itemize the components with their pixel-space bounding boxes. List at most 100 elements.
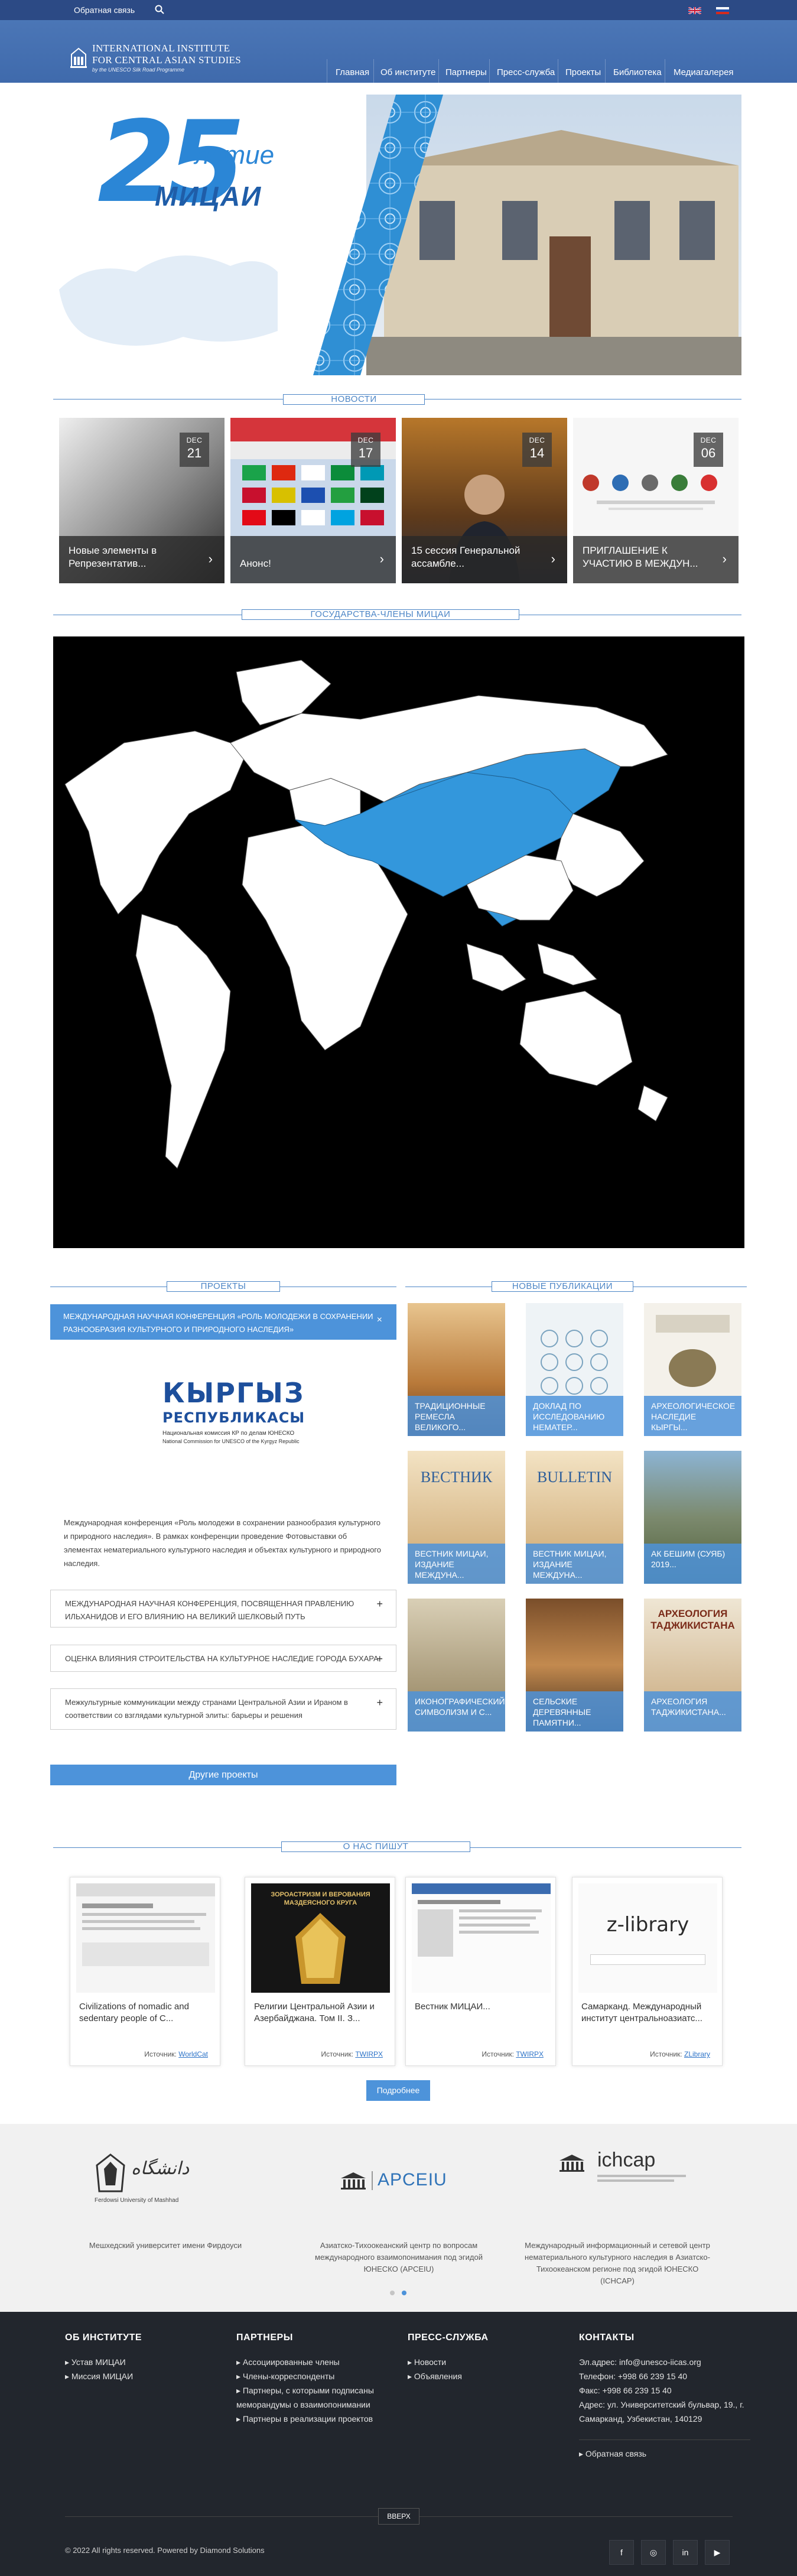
plus-icon[interactable]: + <box>376 1652 383 1665</box>
project-accordion-item[interactable]: Межкультурные коммуникации между странам… <box>50 1688 396 1730</box>
plus-icon[interactable]: + <box>376 1597 383 1610</box>
nav-media[interactable]: Медиагалерея <box>674 67 734 77</box>
nav-separator <box>605 59 606 83</box>
logo-line-3: by the UNESCO Silk Road Programme <box>92 67 185 73</box>
kyrgyz-commission-logo: КЫРГЫЗ РЕСПУБЛИКАСЫ Национальная комисси… <box>157 1377 304 1460</box>
project-description: Международная конференция «Роль молодежи… <box>64 1518 381 1568</box>
project-accordion-item[interactable]: МЕЖДУНАРОДНАЯ НАУЧНАЯ КОНФЕРЕНЦИЯ, ПОСВЯ… <box>50 1590 396 1628</box>
publication-card[interactable]: ВЕСТНИК ВЕСТНИК МИЦАИ, ИЗДАНИЕ МЕЖДУНА..… <box>408 1451 505 1584</box>
footer-link[interactable]: ▸ Члены-корреспонденты <box>236 2369 396 2383</box>
about-card[interactable]: Вестник МИЦАИ... Источник: TWIRPX <box>405 1877 556 2066</box>
footer-link[interactable]: ▸ Новости <box>408 2355 538 2369</box>
nav-library[interactable]: Библиотека <box>613 67 662 77</box>
linkedin-icon[interactable]: in <box>673 2540 698 2565</box>
partner-name: Азиатско-Тихоокеанский центр по вопросам… <box>315 2241 483 2273</box>
about-card[interactable]: ЗОРОАСТРИЗМ И ВЕРОВАНИЯ МАЗДЕЯСНОГО КРУГ… <box>245 1877 395 2066</box>
world-map <box>64 660 668 1169</box>
publication-card[interactable]: СЕЛЬСКИЕ ДЕРЕВЯННЫЕ ПАМЯТНИ... <box>526 1599 623 1732</box>
artifact-icon <box>295 1913 346 1984</box>
publication-title: АРХЕОЛОГИЧЕСКОЕ НАСЛЕДИЕ КЫРГЫ... <box>644 1396 741 1436</box>
hero-banner[interactable]: 25 -летие МИЦАИ <box>53 95 741 375</box>
source-link[interactable]: WorldCat <box>178 2050 208 2058</box>
feedback-link[interactable]: Обратная связь <box>74 0 135 20</box>
nav-press[interactable]: Пресс-служба <box>497 67 555 77</box>
contact-phone: Телефон: +998 66 239 15 40 <box>579 2372 688 2381</box>
project-title: Межкультурные коммуникации между странам… <box>65 1698 348 1720</box>
contact-email[interactable]: Эл.адрес: info@unesco-iicas.org <box>579 2355 756 2369</box>
publication-card[interactable]: ИКОНОГРАФИЧЕСКИЙ СИМВОЛИЗМ И С... <box>408 1599 505 1732</box>
more-button[interactable]: Подробнее <box>366 2080 430 2101</box>
footer-divider <box>579 2439 750 2440</box>
site-logo[interactable]: INTERNATIONAL INSTITUTE FOR CENTRAL ASIA… <box>70 40 247 76</box>
partner-logo-ichcap[interactable]: ichcap <box>558 2149 694 2190</box>
partner-logo-ferdowsi[interactable]: دانشگاه Ferdowsi University of Mashhad <box>95 2153 225 2204</box>
hero-suffix: -летие <box>186 141 275 170</box>
news-title: 15 сессия Генеральной ассамбле... <box>411 545 521 569</box>
news-card[interactable]: DEC 14 15 сессия Генеральной ассамбле... … <box>402 418 567 583</box>
publication-title: СЕЛЬСКИЕ ДЕРЕВЯННЫЕ ПАМЯТНИ... <box>526 1691 623 1732</box>
section-title-projects: ПРОЕКТЫ <box>167 1281 280 1292</box>
unesco-temple-icon <box>341 2172 366 2190</box>
news-date: DEC 21 <box>180 433 209 467</box>
flag-uk-icon[interactable] <box>688 7 701 14</box>
footer-link[interactable]: ▸ Ассоциированные члены <box>236 2355 396 2369</box>
chevron-right-icon: › <box>551 551 555 566</box>
publication-card[interactable]: ТРАДИЦИОННЫЕ РЕМЕСЛА ВЕЛИКОГО... <box>408 1303 505 1436</box>
back-to-top-button[interactable]: ВВЕРХ <box>378 2508 419 2525</box>
about-card[interactable]: z-library Самарканд. Международный инсти… <box>572 1877 723 2066</box>
publication-card[interactable]: АК БЕШИМ (СУЯБ) 2019... <box>644 1451 741 1584</box>
flag-ru-icon[interactable] <box>716 7 729 14</box>
publication-card[interactable]: BULLETIN ВЕСТНИК МИЦАИ, ИЗДАНИЕ МЕЖДУНА.… <box>526 1451 623 1584</box>
footer-link[interactable]: ▸ Партнеры, с которыми подписаны меморан… <box>236 2383 396 2412</box>
project-active-header[interactable]: МЕЖДУНАРОДНАЯ НАУЧНАЯ КОНФЕРЕНЦИЯ «РОЛЬ … <box>50 1304 396 1340</box>
search-icon[interactable] <box>155 5 164 14</box>
carousel-dot[interactable] <box>390 2291 395 2295</box>
footer <box>0 2312 797 2576</box>
news-card[interactable]: DEC 06 ПРИГЛАШЕНИЕ К УЧАСТИЮ В МЕЖДУН... … <box>573 418 739 583</box>
footer-link[interactable]: ▸ Объявления <box>408 2369 538 2383</box>
project-accordion-item[interactable]: ОЦЕНКА ВЛИЯНИЯ СТРОИТЕЛЬСТВА НА КУЛЬТУРН… <box>50 1645 396 1672</box>
youtube-icon[interactable]: ▶ <box>705 2540 730 2565</box>
source-link[interactable]: ZLibrary <box>684 2050 710 2058</box>
nav-home[interactable]: Главная <box>336 67 369 77</box>
close-icon[interactable]: × <box>377 1314 382 1327</box>
footer-link[interactable]: ▸ Партнеры в реализации проектов <box>236 2412 396 2426</box>
nav-projects[interactable]: Проекты <box>565 67 601 77</box>
news-card[interactable]: DEC 17 Анонс! › <box>230 418 396 583</box>
footer-feedback-link[interactable]: ▸ Обратная связь <box>579 2447 646 2461</box>
about-card[interactable]: Civilizations of nomadic and sedentary p… <box>70 1877 220 2066</box>
member-states-map[interactable] <box>53 636 744 1248</box>
publication-card[interactable]: АРХЕОЛОГИЯ ТАДЖИКИСТАНА АРХЕОЛОГИЯ ТАДЖИ… <box>644 1599 741 1732</box>
source-link[interactable]: TWIRPX <box>355 2050 383 2058</box>
footer-link[interactable]: ▸ Миссия МИЦАИ <box>65 2369 201 2383</box>
news-title: Новые элементы в Репрезентатив... <box>69 545 157 569</box>
section-title-members: ГОСУДАРСТВА-ЧЛЕНЫ МИЦАИ <box>242 609 519 620</box>
chevron-right-icon: › <box>722 551 727 566</box>
publication-title: ВЕСТНИК МИЦАИ, ИЗДАНИЕ МЕЖДУНА... <box>526 1544 623 1584</box>
unesco-temple-icon <box>559 2155 584 2172</box>
other-projects-button[interactable]: Другие проекты <box>50 1765 396 1785</box>
publication-card[interactable]: АРХЕОЛОГИЧЕСКОЕ НАСЛЕДИЕ КЫРГЫ... <box>644 1303 741 1436</box>
source-link[interactable]: TWIRPX <box>516 2050 544 2058</box>
partner-logo-apceiu[interactable]: APCEIU <box>340 2169 464 2192</box>
chevron-right-icon: › <box>379 551 384 566</box>
carousel-dot-active[interactable] <box>402 2291 406 2295</box>
footer-links: ▸ Новости ▸ Объявления <box>408 2355 538 2383</box>
partner-logo-text: Ferdowsi University of Mashhad <box>95 2197 179 2204</box>
section-title-publications: НОВЫЕ ПУБЛИКАЦИИ <box>492 1281 633 1292</box>
chevron-right-icon: › <box>208 551 213 566</box>
publication-card[interactable]: ДОКЛАД ПО ИССЛЕДОВАНИЮ НЕМАТЕР... <box>526 1303 623 1436</box>
footer-links: ▸ Ассоциированные члены ▸ Члены-корреспо… <box>236 2355 396 2426</box>
facebook-icon[interactable]: f <box>609 2540 634 2565</box>
news-card[interactable]: DEC 21 Новые элементы в Репрезентатив... … <box>59 418 225 583</box>
publication-title: ТРАДИЦИОННЫЕ РЕМЕСЛА ВЕЛИКОГО... <box>408 1396 505 1436</box>
instagram-icon[interactable]: ◎ <box>641 2540 666 2565</box>
nav-partners[interactable]: Партнеры <box>445 67 487 77</box>
nav-about[interactable]: Об институте <box>380 67 435 77</box>
footer-link[interactable]: ▸ Устав МИЦАИ <box>65 2355 201 2369</box>
footer-links: ▸ Устав МИЦАИ ▸ Миссия МИЦАИ <box>65 2355 201 2383</box>
contact-address: Адрес: ул. Университетский бульвар, 19.,… <box>579 2400 744 2424</box>
plus-icon[interactable]: + <box>376 1696 383 1709</box>
nav-separator <box>489 59 490 83</box>
book-cover-title: ЗОРОАСТРИЗМ И ВЕРОВАНИЯ МАЗДЕЯСНОГО КРУГ… <box>271 1891 370 1906</box>
